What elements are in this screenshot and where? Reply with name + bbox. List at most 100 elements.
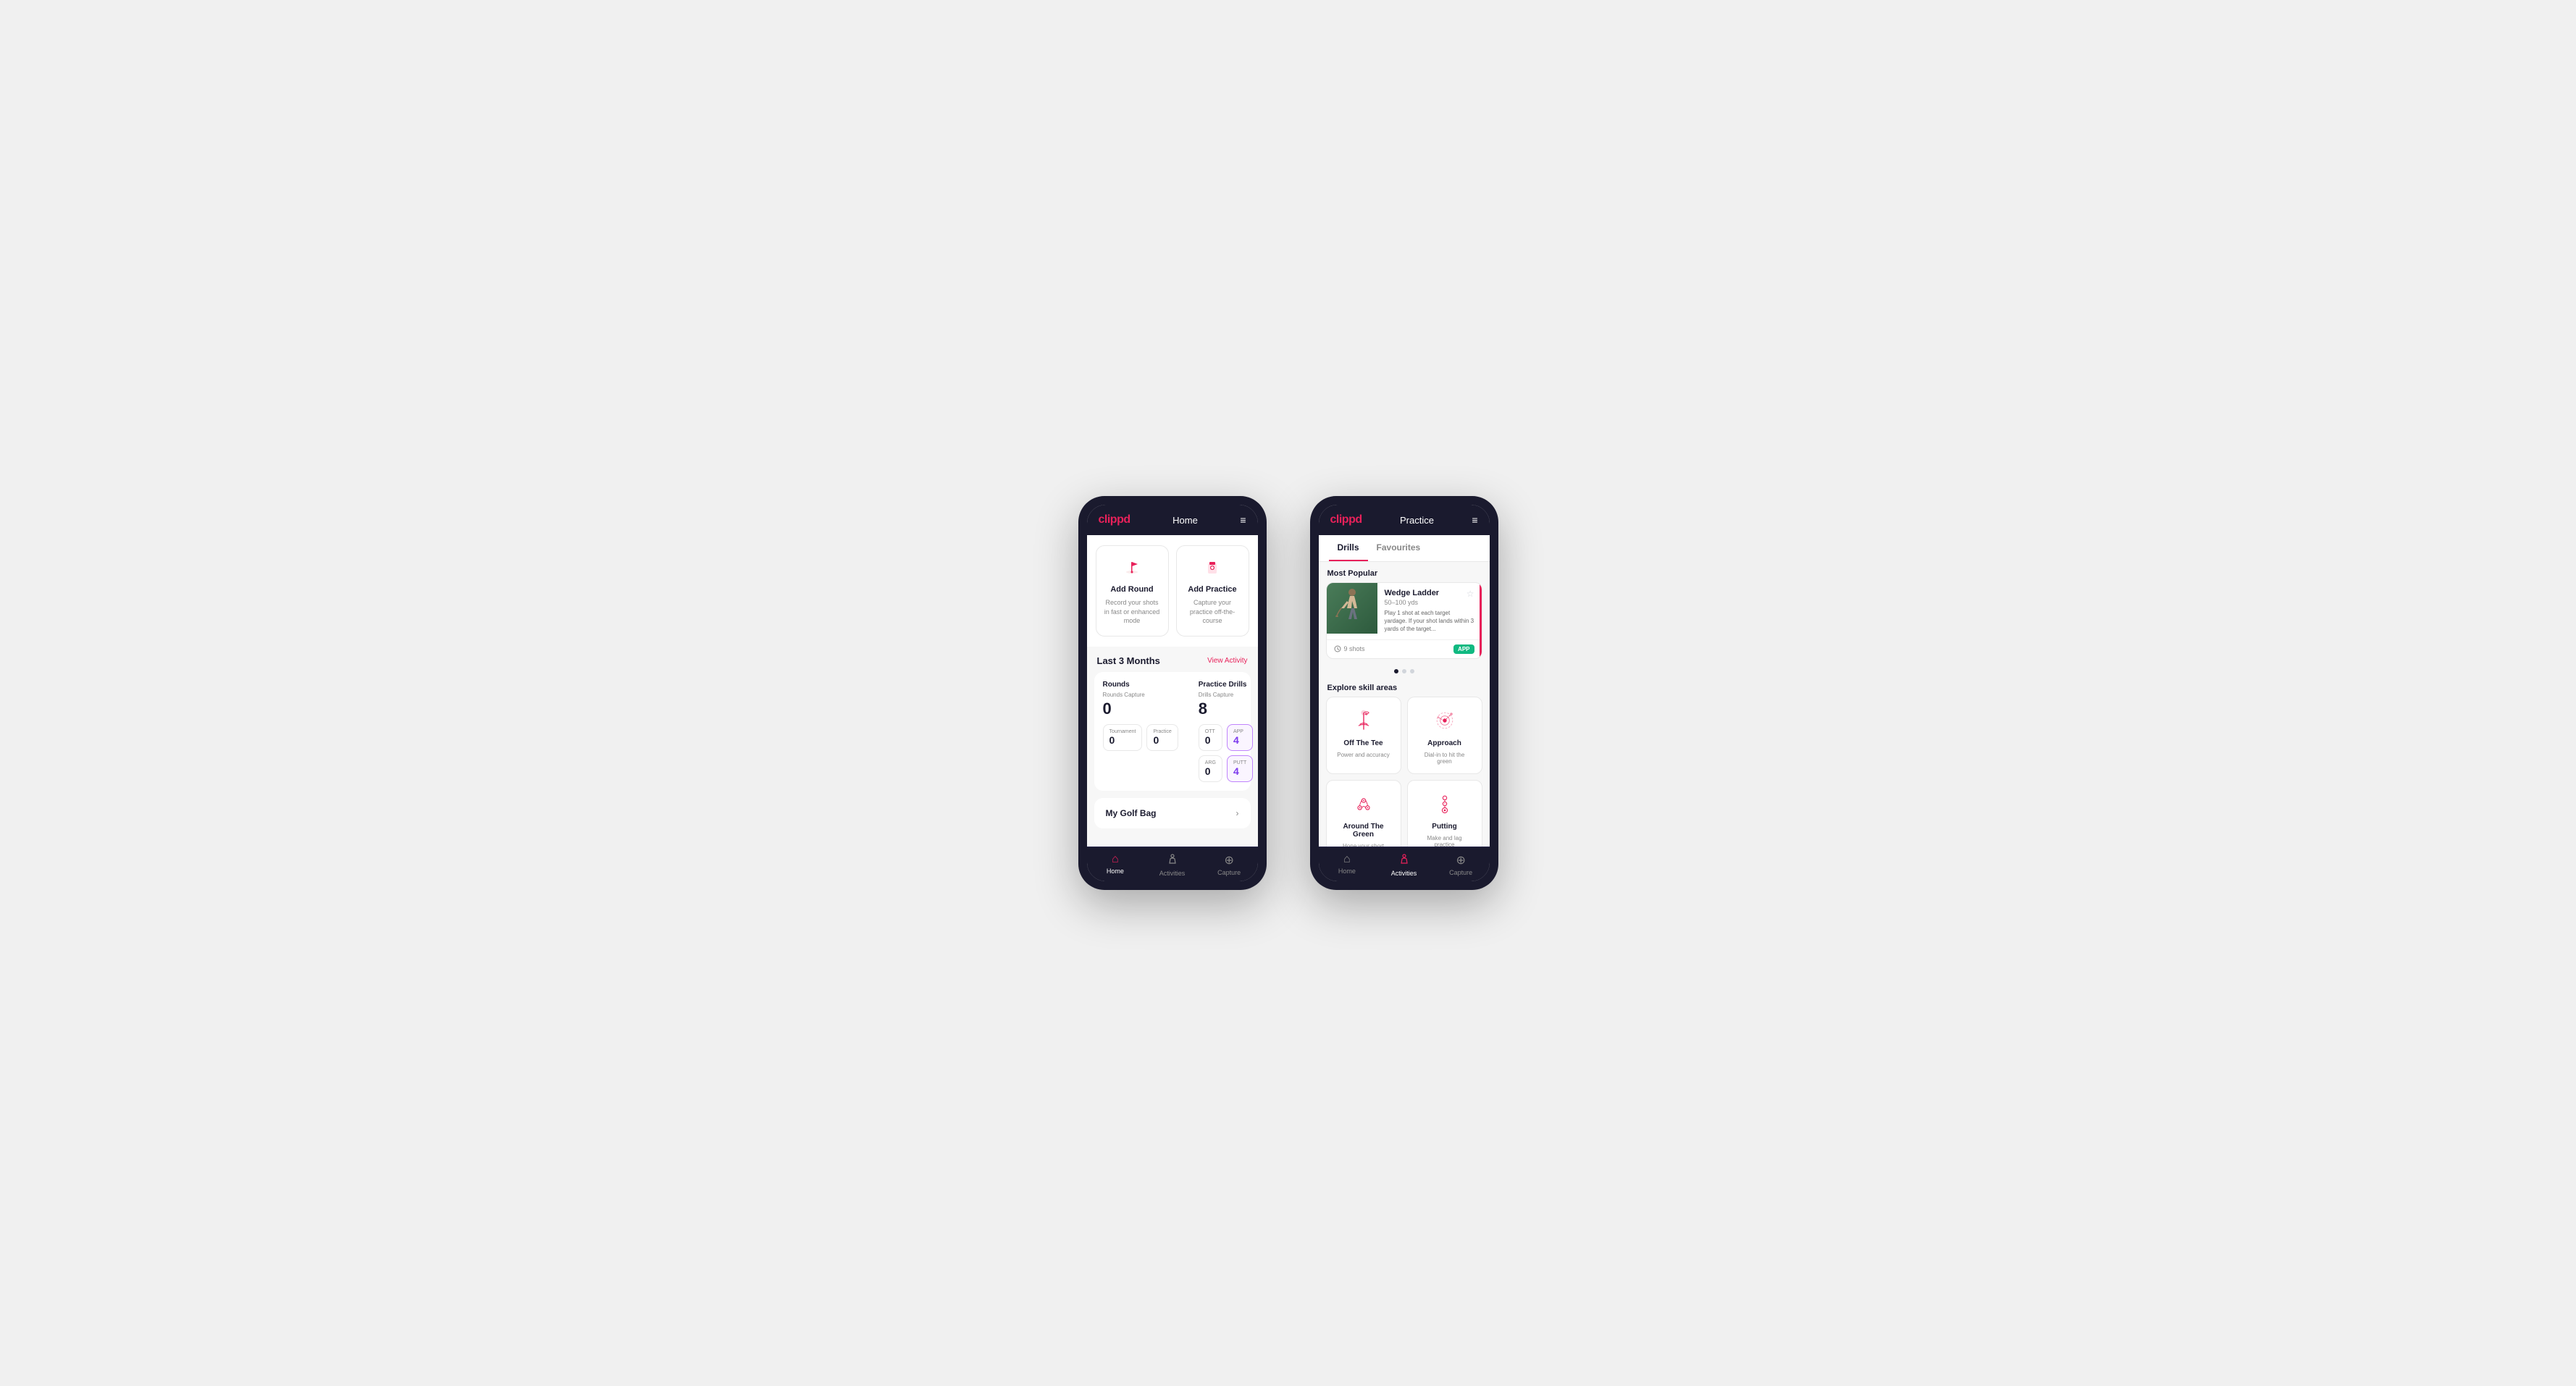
skill-putting[interactable]: Putting Make and lag practice [1407,780,1482,847]
practice-screen: clippd Practice ≡ Drills Favourites Most… [1319,505,1490,881]
practice-nav-capture[interactable]: ⊕ Capture [1432,847,1490,881]
tab-drills[interactable]: Drills [1329,535,1368,561]
drill-info: Wedge Ladder ☆ 50–100 yds Play 1 shot at… [1377,583,1482,639]
nav-home-label: Home [1107,868,1124,875]
nav-activities[interactable]: Activities [1144,847,1201,881]
tournament-value: 0 [1109,734,1136,746]
putting-name: Putting [1432,823,1456,831]
add-round-card[interactable]: Add Round Record your shots in fast or e… [1096,545,1169,637]
stats-card: Rounds Rounds Capture 0 Tournament 0 Pra… [1094,672,1251,791]
practice-nav-home[interactable]: ⌂ Home [1319,847,1376,881]
add-practice-desc: Capture your practice off-the-course [1184,598,1241,626]
practice-nav-activities[interactable]: Activities [1375,847,1432,881]
practice-tabs: Drills Favourites [1319,535,1490,562]
practice-label: Practice [1153,729,1171,734]
app-label: APP [1233,729,1246,734]
tab-favourites[interactable]: Favourites [1368,535,1430,561]
practice-menu-icon[interactable]: ≡ [1472,514,1477,526]
practice-app-header: clippd Practice ≡ [1319,505,1490,535]
flag-icon [1122,556,1142,581]
rounds-capture-label: Rounds Capture [1103,692,1178,698]
nav-capture-label: Capture [1217,869,1241,876]
drill-footer: 9 shots APP [1327,639,1482,658]
drill-thumbnail [1327,583,1377,634]
app-badge: APP [1453,644,1474,654]
app-header: clippd Home ≡ [1087,505,1258,535]
rounds-sub-grid: Tournament 0 Practice 0 [1103,724,1178,751]
approach-icon-wrap [1430,706,1459,735]
skill-grid: Off The Tee Power and accuracy [1319,697,1490,847]
carousel-dots [1319,665,1490,678]
around-green-icon-wrap [1349,789,1378,818]
star-icon[interactable]: ☆ [1467,589,1474,599]
practice-screen-content: Most Popular [1319,562,1490,847]
drill-card[interactable]: Wedge Ladder ☆ 50–100 yds Play 1 shot at… [1326,582,1482,659]
ott-stat: OTT 0 [1199,724,1222,751]
practice-nav-home-label: Home [1338,868,1356,875]
rounds-title: Rounds [1103,681,1178,689]
nav-capture[interactable]: ⊕ Capture [1201,847,1258,881]
practice-capture-icon: ⊕ [1456,853,1465,868]
capture-icon: ⊕ [1224,853,1233,868]
practice-app-logo: clippd [1330,513,1362,526]
clipboard-icon [1202,556,1222,581]
drills-capture-label: Drills Capture [1199,692,1253,698]
activities-icon [1167,853,1178,868]
view-activity-link[interactable]: View Activity [1207,657,1247,665]
app-value: 4 [1233,734,1246,746]
skill-approach[interactable]: Approach Dial-in to hit the green [1407,697,1482,774]
approach-name: Approach [1427,739,1461,747]
add-practice-card[interactable]: Add Practice Capture your practice off-t… [1176,545,1249,637]
dot-3[interactable] [1410,669,1414,673]
drill-accent-bar [1480,583,1482,658]
drills-sub-grid: OTT 0 APP 4 ARG 0 PUTT 4 [1199,724,1253,782]
tournament-label: Tournament [1109,729,1136,734]
shots-label: 9 shots [1334,645,1365,652]
golf-bag-row[interactable]: My Golf Bag › [1094,798,1251,828]
practice-value: 0 [1153,734,1171,746]
off-the-tee-name: Off The Tee [1343,739,1383,747]
skill-around-green[interactable]: Around The Green Hone your short game [1326,780,1401,847]
golf-bag-label: My Golf Bag [1106,808,1157,818]
dot-2[interactable] [1402,669,1406,673]
practice-activities-icon [1398,853,1410,868]
rounds-total: 0 [1103,700,1178,718]
practice-bottom-nav: ⌂ Home Activities ⊕ Capture [1319,847,1490,881]
chevron-right-icon: › [1236,808,1239,818]
putt-stat: PUTT 4 [1227,755,1253,782]
home-icon: ⌂ [1112,853,1119,866]
tournament-stat: Tournament 0 [1103,724,1143,751]
practice-app-title: Practice [1400,515,1434,526]
putt-value: 4 [1233,765,1246,777]
drills-section: Practice Drills Drills Capture 8 OTT 0 A… [1199,681,1253,782]
rounds-section: Rounds Rounds Capture 0 Tournament 0 Pra… [1103,681,1178,782]
drill-title: Wedge Ladder [1385,589,1440,597]
arg-stat: ARG 0 [1199,755,1222,782]
ott-label: OTT [1205,729,1216,734]
app-logo: clippd [1099,513,1130,526]
practice-home-icon: ⌂ [1343,853,1351,866]
drill-desc: Play 1 shot at each target yardage. If y… [1385,609,1474,634]
skill-off-the-tee[interactable]: Off The Tee Power and accuracy [1326,697,1401,774]
putting-desc: Make and lag practice [1417,835,1473,847]
phone-home: clippd Home ≡ Add Round [1078,496,1267,890]
dot-1[interactable] [1394,669,1398,673]
drill-title-row: Wedge Ladder ☆ [1385,589,1474,599]
around-green-name: Around The Green [1335,823,1392,839]
stats-section-header: Last 3 Months View Activity [1087,647,1258,672]
putt-label: PUTT [1233,760,1246,765]
menu-icon[interactable]: ≡ [1240,514,1246,526]
quick-actions: Add Round Record your shots in fast or e… [1087,535,1258,647]
nav-activities-label: Activities [1159,870,1186,877]
shots-count: 9 shots [1344,645,1365,652]
app-title: Home [1172,515,1198,526]
nav-home[interactable]: ⌂ Home [1087,847,1144,881]
practice-stat: Practice 0 [1146,724,1178,751]
add-round-desc: Record your shots in fast or enhanced mo… [1104,598,1161,626]
arg-value: 0 [1205,765,1216,777]
practice-nav-activities-label: Activities [1391,870,1417,877]
bottom-nav: ⌂ Home Activities ⊕ Capture [1087,847,1258,881]
explore-label: Explore skill areas [1319,678,1490,697]
home-screen: clippd Home ≡ Add Round [1087,505,1258,881]
most-popular-label: Most Popular [1319,562,1490,582]
